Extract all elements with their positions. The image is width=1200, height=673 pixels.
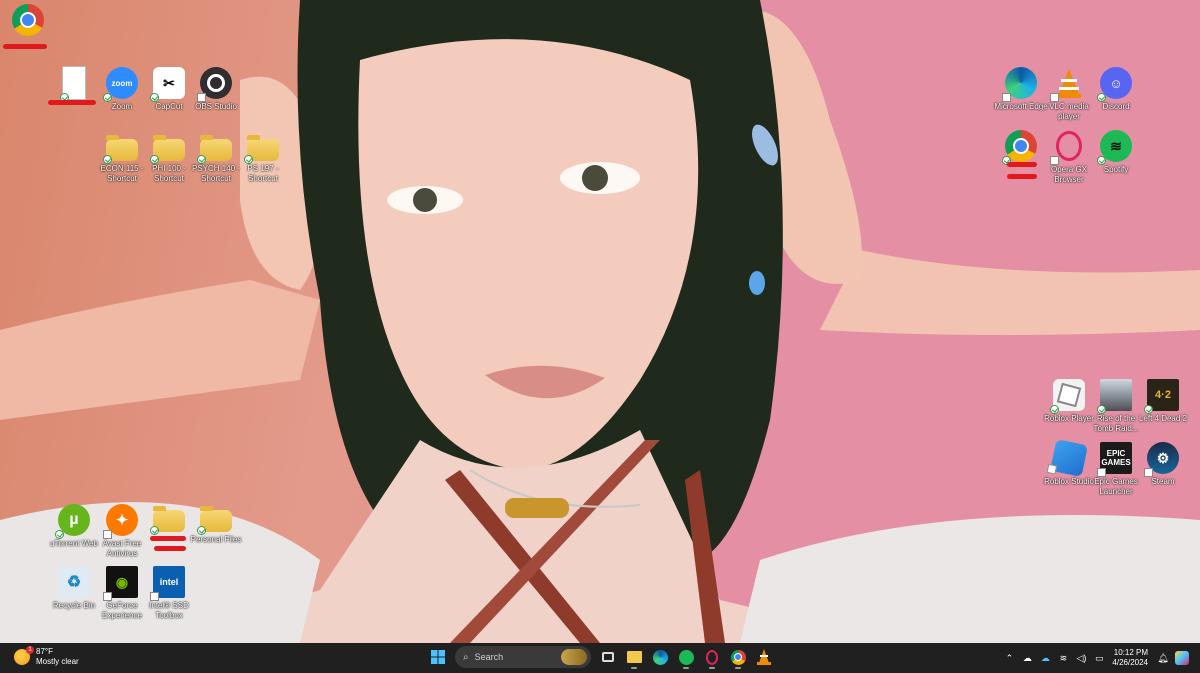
taskbar-search[interactable]: ⌕ Search [455,646,591,668]
edge-icon [1002,67,1037,102]
epic-games-icon: EPIC GAMES [1097,442,1132,477]
capcut-icon: ✂ [150,67,185,102]
weather-sun-icon: 1 [14,646,34,665]
redaction-mark [48,100,96,105]
recycle-bin-icon: ♻ [58,566,90,598]
clock[interactable]: 10:12 PM 4/26/2024 [1112,648,1148,668]
taskbar-spotify[interactable] [675,646,697,669]
desktop-icon-steam[interactable]: ⚙ Steam [1135,442,1191,487]
opera-gx-icon [706,649,718,665]
icon-label: PS 197 - Shortcut [247,164,279,183]
avast-icon: ✦ [103,504,138,539]
clock-date: 4/26/2024 [1112,658,1148,667]
folder-icon [150,135,185,164]
desktop-icon-chrome[interactable] [0,4,56,36]
task-view-button[interactable] [597,646,619,668]
tomb-raider-icon [1097,379,1132,414]
desktop-icon-left4dead2[interactable]: 4·2 Left 4 Dead 2 [1135,379,1191,424]
redaction-mark [1007,162,1037,167]
left4dead-icon: 4·2 [1144,379,1179,414]
discord-icon: ☺ [1097,67,1132,102]
steam-icon: ⚙ [1144,442,1179,477]
chrome-icon [1002,130,1037,165]
folder-icon [103,135,138,164]
weather-widget[interactable]: 1 87°F Mostly clear [14,646,79,667]
search-placeholder: Search [474,652,504,662]
redaction-mark [1007,174,1037,179]
document-icon [60,66,86,102]
spotify-icon [678,649,694,665]
taskbar-opera-gx[interactable] [701,646,723,669]
search-highlight-icon [561,649,587,665]
redaction-mark [3,44,47,49]
task-view-icon [602,652,614,662]
wifi-icon[interactable]: ≋ [1057,652,1069,664]
weather-temperature: 87°F [36,647,53,656]
utorrent-icon: µ [55,504,90,539]
folder-icon [197,135,232,164]
weather-condition: Mostly clear [36,657,79,666]
battery-icon[interactable]: ▭ [1093,652,1105,664]
obs-icon [197,67,232,102]
nvidia-icon: ◉ [103,566,138,601]
chrome-icon [730,649,746,665]
desktop-icon-ps197-folder[interactable]: PS 197 - Shortcut [235,133,291,184]
desktop-icon-intel-ssd[interactable]: intel Intel® SSD Toolbox [141,566,197,621]
desktop-icon-personal-files[interactable]: Personal Files [188,504,244,545]
system-tray: ⌃ ☁ ☁ ≋ ◁) ▭ 10:12 PM 4/26/2024 🔔︎ [1000,646,1192,670]
desktop-icon-obs[interactable]: OBS Studio [188,67,244,112]
volume-icon[interactable]: ◁) [1075,652,1087,664]
onedrive-icon[interactable]: ☁ [1021,652,1033,664]
roblox-studio-icon [1046,439,1088,477]
taskbar: 1 87°F Mostly clear ⌕ Search ⌃ ☁ ☁ ≋ ◁) … [0,643,1200,673]
notification-bell-icon[interactable]: 🔔︎ [1157,652,1169,664]
redaction-mark [150,536,186,541]
taskbar-apps: ⌕ Search [425,646,777,669]
edge-icon [652,649,668,665]
folder-icon [150,506,185,535]
icon-label: Intel® SSD Toolbox [149,601,189,620]
zoom-icon: zoom [103,67,138,102]
icon-label: Personal Files [190,535,242,544]
desktop-icon-spotify[interactable]: ≋ Spotify [1088,130,1144,175]
start-button[interactable] [427,646,449,668]
copilot-icon[interactable] [1175,651,1189,665]
icon-label: Avast Free Antivirus [102,539,142,558]
file-explorer-icon [626,651,642,663]
icon-label: Steam [1151,477,1175,486]
onedrive-blue-icon[interactable]: ☁ [1039,652,1051,664]
vlc-icon [1050,67,1085,102]
redaction-mark [154,546,186,551]
opera-gx-icon [1050,130,1085,165]
taskbar-file-explorer[interactable] [623,646,645,669]
icon-label: OBS Studio [195,102,237,111]
desktop-icon-discord[interactable]: ☺ Discord [1088,67,1144,112]
icon-label: Left 4 Dead 2 [1138,414,1188,423]
intel-icon: intel [150,566,185,601]
icon-label: Spotify [1103,165,1129,174]
spotify-icon: ≋ [1097,130,1132,165]
clock-time: 10:12 PM [1113,648,1148,657]
folder-icon [244,135,279,164]
chevron-up-icon[interactable]: ⌃ [1003,652,1015,664]
roblox-icon [1050,379,1085,414]
windows-start-icon [431,650,445,664]
folder-icon [197,506,232,535]
search-icon: ⌕ [463,651,469,663]
vlc-icon [757,649,771,665]
chrome-icon [12,4,44,36]
icon-label: Discord [1102,102,1130,111]
taskbar-vlc[interactable] [753,646,775,668]
taskbar-chrome[interactable] [727,646,749,669]
taskbar-edge[interactable] [649,646,671,668]
weather-badge: 1 [26,646,34,654]
